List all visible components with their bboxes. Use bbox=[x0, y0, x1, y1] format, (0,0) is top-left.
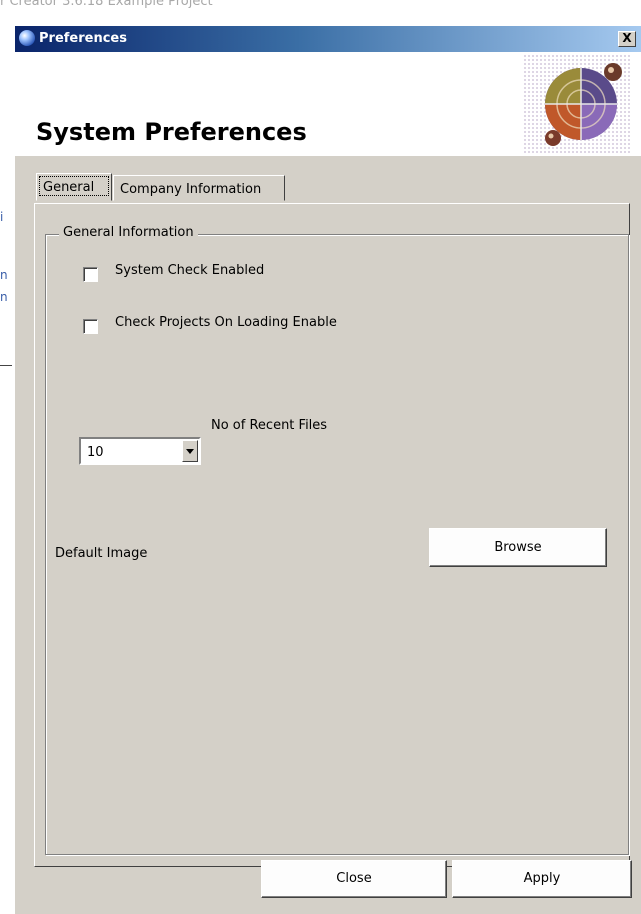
group-title: General Information bbox=[59, 225, 198, 240]
background-link-fragment: n bbox=[0, 290, 8, 304]
apply-button[interactable]: Apply bbox=[452, 860, 632, 898]
tab-general[interactable]: General bbox=[36, 173, 112, 201]
preferences-dialog: Preferences X System Preferences General… bbox=[14, 26, 641, 914]
check-projects-label: Check Projects On Loading Enable bbox=[115, 315, 337, 330]
system-check-checkbox[interactable] bbox=[83, 267, 98, 282]
header-banner: System Preferences bbox=[15, 52, 641, 156]
recent-files-value: 10 bbox=[87, 445, 104, 460]
background-link-fragment: n bbox=[0, 268, 8, 282]
dropdown-arrow-icon[interactable] bbox=[182, 440, 198, 462]
page-title: System Preferences bbox=[36, 118, 307, 146]
recent-files-label: No of Recent Files bbox=[211, 418, 328, 433]
system-check-label: System Check Enabled bbox=[115, 263, 265, 278]
check-projects-checkbox[interactable] bbox=[83, 319, 98, 334]
close-window-button[interactable]: X bbox=[618, 31, 636, 47]
tab-company-information-label: Company Information bbox=[120, 182, 262, 197]
background-app-edge: i n n bbox=[0, 10, 14, 914]
background-window-title: r Creator 3.6.18 Example Project bbox=[0, 0, 641, 10]
window-title: Preferences bbox=[39, 31, 127, 46]
app-globe-icon bbox=[19, 30, 35, 46]
default-image-label: Default Image bbox=[55, 546, 148, 561]
preferences-logo-icon bbox=[523, 54, 631, 154]
background-link-fragment: i bbox=[0, 210, 4, 224]
browse-button[interactable]: Browse bbox=[429, 528, 607, 567]
background-divider bbox=[0, 365, 12, 366]
recent-files-select[interactable]: 10 bbox=[79, 437, 201, 465]
tab-focus-ring bbox=[39, 176, 109, 196]
close-button[interactable]: Close bbox=[261, 860, 447, 898]
tab-company-information[interactable]: Company Information bbox=[113, 175, 285, 201]
titlebar[interactable]: Preferences X bbox=[15, 26, 641, 52]
